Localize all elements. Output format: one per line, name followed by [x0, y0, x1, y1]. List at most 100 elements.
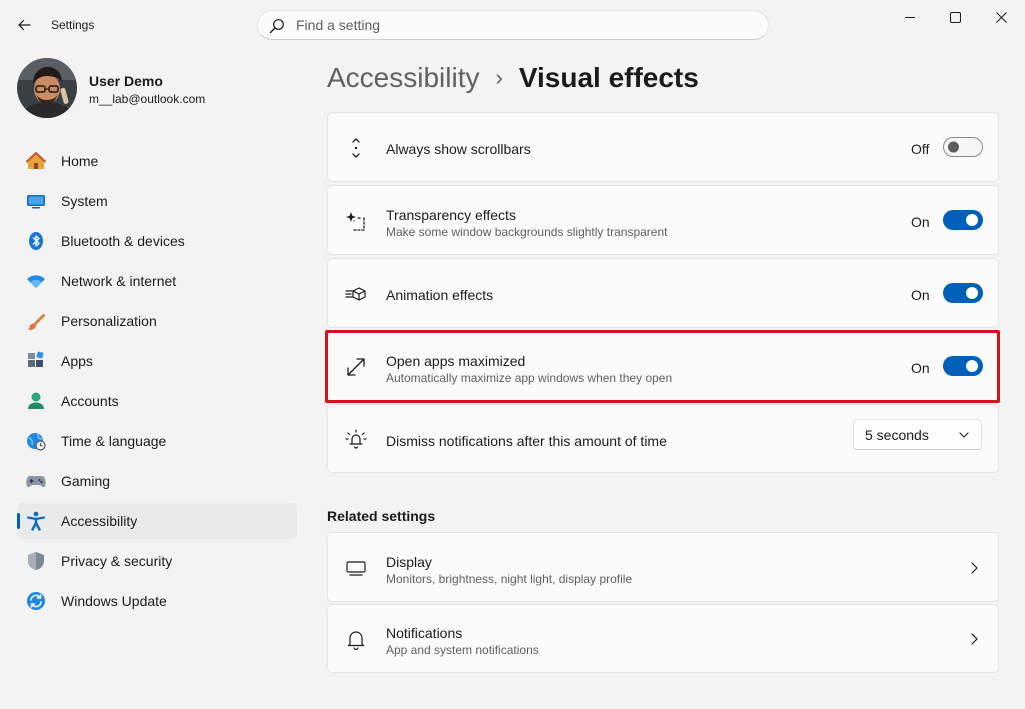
user-email: m__lab@outlook.com: [89, 92, 206, 106]
accessibility-icon: [26, 511, 46, 531]
maximize-icon: [949, 11, 961, 23]
home-icon: [26, 152, 46, 169]
gamepad-icon: [26, 476, 46, 487]
chevron-down-icon: [959, 432, 969, 438]
toggle-knob: [966, 287, 978, 299]
sidebar-item-label: Windows Update: [61, 593, 167, 609]
setting-description: Make some window backgrounds slightly tr…: [386, 225, 668, 239]
back-arrow-icon: [18, 19, 31, 31]
sidebar-item-system[interactable]: System: [17, 183, 297, 219]
wifi-icon: [27, 275, 45, 288]
sidebar-item-label: System: [61, 193, 108, 209]
breadcrumb-parent-link[interactable]: Accessibility: [327, 62, 479, 94]
app-title: Settings: [51, 18, 95, 32]
dropdown-value: 5 seconds: [865, 427, 929, 443]
setting-title: Always show scrollbars: [386, 141, 531, 157]
avatar-image: [17, 58, 77, 118]
sidebar-item-label: Privacy & security: [61, 553, 173, 569]
minimize-button[interactable]: [887, 0, 933, 34]
clock-globe-icon: [27, 433, 46, 451]
sidebar-item-network-internet[interactable]: Network & internet: [17, 263, 297, 299]
setting-always-show-scrollbars: Always show scrollbars Off: [327, 112, 999, 182]
sidebar-item-label: Accessibility: [61, 513, 138, 529]
sidebar-item-label: Gaming: [61, 473, 111, 489]
animation-toggle[interactable]: [943, 283, 983, 303]
setting-title: Open apps maximized: [386, 353, 526, 369]
accounts-icon: [28, 392, 44, 409]
page-title: Visual effects: [518, 62, 699, 93]
toggle-state-text: On: [911, 360, 930, 376]
brush-icon: [27, 313, 46, 330]
sidebar-item-windows-update[interactable]: Windows Update: [17, 583, 297, 619]
setting-transparency-effects: Transparency effects Make some window ba…: [327, 185, 999, 255]
setting-description: App and system notifications: [386, 643, 539, 657]
user-name: User Demo: [89, 73, 163, 89]
sidebar-item-label: Apps: [61, 353, 93, 369]
sidebar-item-gaming[interactable]: Gaming: [17, 463, 297, 499]
bell-icon: [347, 631, 365, 650]
toggle-knob: [966, 360, 978, 372]
sidebar-item-label: Network & internet: [61, 273, 177, 289]
related-notifications-link[interactable]: Notifications App and system notificatio…: [327, 604, 999, 673]
setting-description: Automatically maximize app windows when …: [386, 371, 673, 385]
setting-title: Dismiss notifications after this amount …: [386, 433, 667, 449]
minimize-icon: [905, 17, 915, 18]
search-input[interactable]: [296, 11, 756, 39]
sidebar-item-label: Personalization: [61, 313, 157, 329]
setting-animation-effects: Animation effects On: [327, 258, 999, 328]
apps-icon: [28, 351, 44, 367]
maximize-arrows-icon: [347, 358, 365, 376]
shield-icon: [28, 552, 44, 570]
setting-title: Notifications: [386, 625, 463, 641]
close-button[interactable]: [978, 0, 1024, 34]
sidebar-item-accessibility[interactable]: Accessibility: [17, 503, 297, 539]
setting-title: Animation effects: [386, 287, 494, 303]
maximize-button[interactable]: [932, 0, 978, 34]
transparency-sparkle-icon: [346, 212, 365, 231]
bluetooth-icon: [29, 232, 43, 250]
toggle-state-text: Off: [911, 141, 930, 157]
breadcrumb: Accessibility › Visual effects: [327, 58, 699, 98]
related-settings-heading: Related settings: [327, 508, 436, 524]
close-icon: [995, 11, 1007, 23]
title-bar: Settings: [0, 0, 1025, 50]
toggle-state-text: On: [911, 287, 930, 303]
settings-window: Settings Find a setting User Demo m__lab…: [0, 0, 1025, 709]
sidebar-item-time-language[interactable]: Time & language: [17, 423, 297, 459]
sidebar-item-label: Time & language: [61, 433, 167, 449]
open-apps-maximized-toggle[interactable]: [943, 356, 983, 376]
avatar[interactable]: [17, 58, 77, 118]
breadcrumb-separator: ›: [495, 65, 503, 90]
back-button[interactable]: [10, 12, 38, 38]
related-display-link[interactable]: Display Monitors, brightness, night ligh…: [327, 532, 999, 602]
sidebar-item-label: Home: [61, 153, 99, 169]
sidebar-item-label: Accounts: [61, 393, 119, 409]
scrollbar-arrows-icon: [352, 138, 360, 158]
sidebar-item-accounts[interactable]: Accounts: [17, 383, 297, 419]
setting-title: Display: [386, 554, 432, 570]
sidebar-item-bluetooth-devices[interactable]: Bluetooth & devices: [17, 223, 297, 259]
setting-title: Transparency effects: [386, 207, 516, 223]
search-box[interactable]: [257, 10, 769, 40]
sidebar-item-home[interactable]: Home: [17, 143, 297, 179]
sidebar-item-privacy-security[interactable]: Privacy & security: [17, 543, 297, 579]
update-icon: [27, 592, 45, 610]
system-icon: [27, 195, 45, 209]
scrollbars-toggle[interactable]: [943, 137, 983, 157]
sidebar-item-label: Bluetooth & devices: [61, 233, 185, 249]
toggle-knob: [966, 214, 978, 226]
notification-duration-dropdown[interactable]: 5 seconds: [853, 419, 982, 450]
sidebar-item-apps[interactable]: Apps: [17, 343, 297, 379]
sidebar-item-personalization[interactable]: Personalization: [17, 303, 297, 339]
transparency-toggle[interactable]: [943, 210, 983, 230]
setting-dismiss-notifications: Dismiss notifications after this amount …: [327, 404, 999, 473]
display-monitor-icon: [346, 561, 366, 576]
setting-description: Monitors, brightness, night light, displ…: [386, 572, 633, 586]
toggle-knob: [948, 141, 959, 153]
setting-open-apps-maximized: Open apps maximized Automatically maximi…: [327, 331, 999, 401]
animation-cube-icon: [345, 287, 366, 301]
toggle-state-text: On: [911, 214, 930, 230]
chevron-right-icon: [971, 633, 978, 645]
sidebar-nav: Home System Bluetooth & devices Network …: [17, 143, 297, 623]
chevron-right-icon: [971, 562, 978, 574]
